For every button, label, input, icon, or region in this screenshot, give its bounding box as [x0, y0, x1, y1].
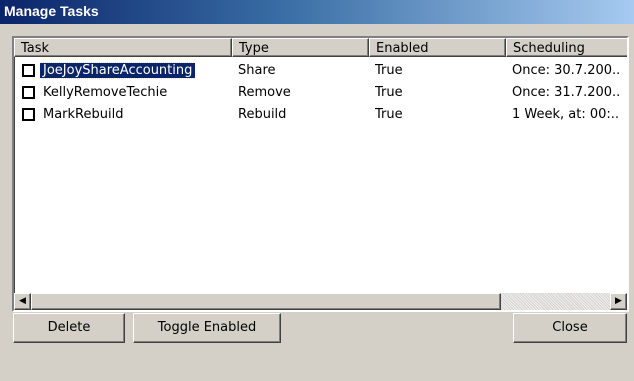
task-type: Remove — [238, 85, 291, 100]
task-type: Share — [238, 63, 276, 78]
list-header: Task Type Enabled Scheduling — [14, 38, 627, 59]
window-title: Manage Tasks — [4, 3, 99, 19]
column-header-type[interactable]: Type — [232, 38, 369, 57]
task-enabled: True — [375, 85, 403, 100]
task-enabled: True — [375, 63, 403, 78]
table-row[interactable]: JoeJoyShareAccounting Share True Once: 3… — [14, 60, 627, 82]
task-scheduling: Once: 30.7.200.. — [512, 63, 621, 78]
task-scheduling: Once: 31.7.200.. — [512, 85, 621, 100]
task-scheduling: 1 Week, at: 00:.. — [512, 107, 620, 122]
arrow-right-icon: ▶ — [615, 296, 622, 306]
delete-button[interactable]: Delete — [13, 313, 125, 343]
column-header-scheduling[interactable]: Scheduling — [506, 38, 627, 57]
task-list[interactable]: Task Type Enabled Scheduling JoeJoyShare… — [12, 36, 629, 312]
horizontal-scrollbar[interactable]: ◀ ▶ — [14, 293, 627, 310]
task-name[interactable]: KellyRemoveTechie — [40, 82, 167, 104]
arrow-left-icon: ◀ — [19, 296, 26, 306]
task-name[interactable]: JoeJoyShareAccounting — [40, 62, 196, 79]
scroll-right-button[interactable]: ▶ — [610, 293, 627, 310]
close-button[interactable]: Close — [513, 313, 627, 343]
row-checkbox[interactable] — [22, 86, 35, 99]
column-header-enabled[interactable]: Enabled — [369, 38, 506, 57]
task-type: Rebuild — [238, 107, 287, 122]
row-checkbox[interactable] — [22, 108, 35, 121]
column-header-task[interactable]: Task — [14, 38, 232, 57]
row-checkbox[interactable] — [22, 64, 35, 77]
title-bar[interactable]: Manage Tasks — [0, 0, 634, 24]
scrollbar-thumb[interactable] — [31, 293, 501, 310]
table-row[interactable]: MarkRebuild Rebuild True 1 Week, at: 00:… — [14, 104, 627, 126]
task-enabled: True — [375, 107, 403, 122]
table-row[interactable]: KellyRemoveTechie Remove True Once: 31.7… — [14, 82, 627, 104]
toggle-enabled-button[interactable]: Toggle Enabled — [133, 313, 281, 343]
task-name[interactable]: MarkRebuild — [40, 104, 123, 126]
manage-tasks-window: Manage Tasks Task Type Enabled Schedulin… — [0, 0, 634, 381]
scroll-left-button[interactable]: ◀ — [14, 293, 31, 310]
